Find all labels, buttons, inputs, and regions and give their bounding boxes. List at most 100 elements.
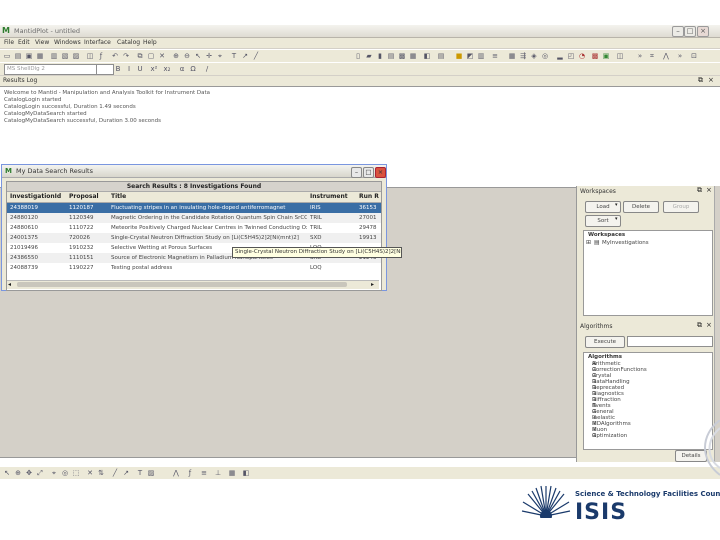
folder-icon[interactable]: ■ (455, 52, 463, 60)
fit-wizard-icon[interactable]: ƒ (186, 469, 194, 477)
mask-icon[interactable]: ◫ (616, 52, 624, 60)
column-header[interactable]: Proposal (69, 193, 99, 200)
close-panel-icon[interactable]: × (706, 321, 712, 329)
group-button[interactable]: Group (663, 201, 699, 213)
workspaces-tree[interactable]: Workspaces ⊞ ▤ MyInvestigations (583, 230, 713, 316)
save-icon[interactable]: ▣ (25, 52, 33, 60)
function-icon[interactable]: ƒ (97, 52, 105, 60)
data-reader-icon[interactable]: ⌖ (50, 469, 58, 477)
column-header[interactable]: Title (111, 193, 126, 200)
column-header[interactable]: Instrument (310, 193, 348, 200)
add-text-icon[interactable]: T (136, 469, 144, 477)
arrow-icon[interactable]: ↗ (241, 52, 249, 60)
legend-icon[interactable]: ≡ (200, 469, 208, 477)
cross-icon[interactable]: ✛ (205, 52, 213, 60)
underline-icon[interactable]: U (136, 65, 144, 73)
overflow-icon[interactable]: » (676, 52, 684, 60)
size-combo[interactable] (96, 64, 114, 75)
color-map-icon[interactable]: ▣ (602, 52, 610, 60)
close-button[interactable]: × (375, 167, 386, 178)
close-button[interactable]: × (697, 26, 709, 37)
chevron-down-icon[interactable]: ▾ (615, 216, 618, 222)
image-icon[interactable]: ▩ (591, 52, 599, 60)
float-icon[interactable]: ⧉ (698, 76, 703, 85)
move-points-icon[interactable]: ⇅ (97, 469, 105, 477)
table-icon[interactable]: ▥ (50, 52, 58, 60)
contour-icon[interactable]: ◎ (541, 52, 549, 60)
zoom-in-icon[interactable]: ⊕ (172, 52, 180, 60)
paste-icon[interactable]: ▢ (147, 52, 155, 60)
expand-icon[interactable]: ⊞ (586, 239, 591, 246)
scrollbar-thumb[interactable] (17, 282, 347, 287)
menu-file[interactable]: File (4, 39, 14, 46)
delete-icon[interactable]: ✕ (158, 52, 166, 60)
greek-upper-icon[interactable]: Ω (189, 65, 197, 73)
redo-icon[interactable]: ↷ (122, 52, 130, 60)
new-project-icon[interactable]: ▯ (354, 52, 362, 60)
scroll-right-icon[interactable]: ▸ (371, 281, 374, 288)
open-icon[interactable]: ▤ (14, 52, 22, 60)
column-header[interactable]: Run R (359, 193, 379, 200)
vector-icon[interactable]: ⇶ (519, 52, 527, 60)
copy-icon[interactable]: ⧉ (136, 52, 144, 60)
maximize-button[interactable]: □ (684, 26, 696, 37)
float-icon[interactable]: ⧉ (697, 321, 702, 330)
axis-icon[interactable]: ⊥ (214, 469, 222, 477)
maximize-button[interactable]: □ (363, 167, 374, 178)
table-row[interactable]: 24088739 1190227 Testing postal address … (7, 263, 381, 273)
draw-arrow-icon[interactable]: ↗ (122, 469, 130, 477)
console-icon[interactable]: ▩ (398, 52, 406, 60)
more-tools-icon[interactable]: » (636, 52, 644, 60)
chevron-down-icon[interactable]: ▾ (615, 202, 618, 208)
new-icon[interactable]: ▭ (3, 52, 11, 60)
histogram-icon[interactable]: ▂ (556, 52, 564, 60)
pan-icon[interactable]: ✥ (25, 469, 33, 477)
grid-icon[interactable]: ▦ (228, 469, 236, 477)
scroll-left-icon[interactable]: ◂ (8, 281, 11, 288)
save-project-icon[interactable]: ▮ (376, 52, 384, 60)
table-row[interactable]: 24880120 1120349 Magnetic Ordering in th… (7, 213, 381, 223)
menu-view[interactable]: View (35, 39, 49, 46)
symbol-icon[interactable]: / (203, 65, 211, 73)
note-icon[interactable]: ◫ (86, 52, 94, 60)
draw-line-icon[interactable]: ╱ (111, 469, 119, 477)
bold-icon[interactable]: B (114, 65, 122, 73)
graph-icon[interactable]: ▨ (72, 52, 80, 60)
menu-catalog[interactable]: Catalog (117, 39, 140, 46)
stack-icon[interactable]: ≡ (491, 52, 499, 60)
pie-icon[interactable]: ◔ (578, 52, 586, 60)
log-icon[interactable]: ▦ (409, 52, 417, 60)
box-icon[interactable]: ◰ (567, 52, 575, 60)
menu-help[interactable]: Help (143, 39, 157, 46)
menu-edit[interactable]: Edit (18, 39, 30, 46)
zoom-out-icon[interactable]: ⊖ (183, 52, 191, 60)
text-icon[interactable]: T (230, 52, 238, 60)
zoom-icon[interactable]: ⊕ (14, 469, 22, 477)
pointer-icon[interactable]: ↖ (3, 469, 11, 477)
open-project-icon[interactable]: ▰ (365, 52, 373, 60)
export-icon[interactable]: ▤ (437, 52, 445, 60)
table-row[interactable]: 24388019 1120187 Fluctuating stripes in … (7, 203, 381, 213)
remove-points-icon[interactable]: ✕ (86, 469, 94, 477)
matrix-icon[interactable]: ▧ (61, 52, 69, 60)
menu-windows[interactable]: Windows (54, 39, 81, 46)
greek-icon[interactable]: α (178, 65, 186, 73)
select-icon[interactable]: ⬚ (72, 469, 80, 477)
fit-icon[interactable]: ⌗ (648, 52, 656, 60)
add-image-icon[interactable]: ▨ (147, 469, 155, 477)
pick-icon[interactable]: ⌖ (216, 52, 224, 60)
layer-icon[interactable]: ◧ (423, 52, 431, 60)
column-header[interactable]: InvestigationId (10, 193, 61, 200)
table-row[interactable]: 24001375 720026 Single-Crystal Neutron D… (7, 233, 381, 243)
algorithm-search[interactable] (627, 336, 713, 347)
minimize-button[interactable]: – (351, 167, 362, 178)
lock-icon[interactable]: ⊡ (690, 52, 698, 60)
subscript-icon[interactable]: x₂ (163, 65, 171, 73)
italic-icon[interactable]: I (125, 65, 133, 73)
table-row[interactable]: 24880610 1110722 Meteorite Positively Ch… (7, 223, 381, 233)
plot-icon[interactable]: ◩ (466, 52, 474, 60)
screen-reader-icon[interactable]: ◎ (61, 469, 69, 477)
layer-icon[interactable]: ◧ (242, 469, 250, 477)
grid-icon[interactable]: ▦ (508, 52, 516, 60)
float-icon[interactable]: ⧉ (697, 186, 702, 195)
